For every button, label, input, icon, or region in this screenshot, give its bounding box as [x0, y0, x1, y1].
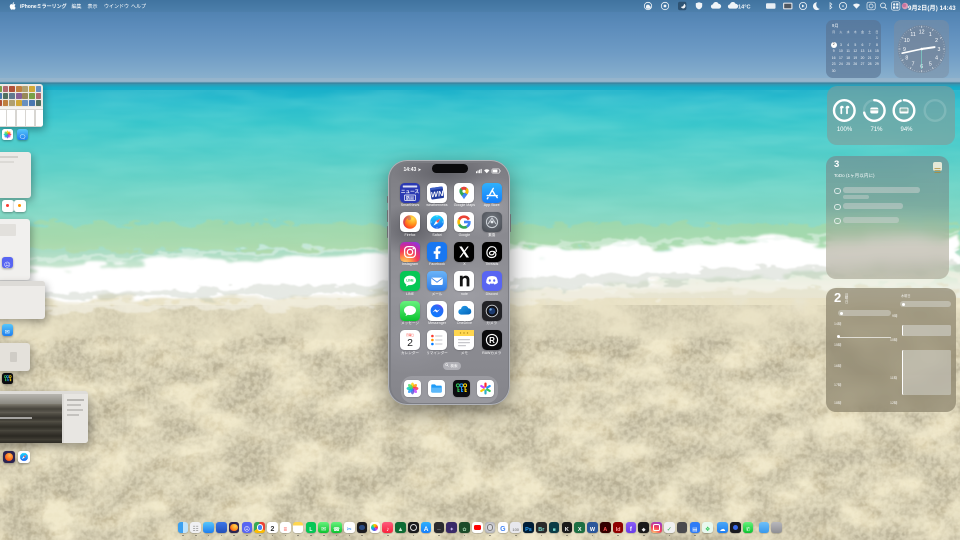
svg-text:11: 11	[910, 31, 915, 37]
svg-text:10: 10	[903, 38, 909, 44]
svg-text:4: 4	[935, 55, 938, 61]
svg-text:2: 2	[407, 337, 413, 349]
svg-text:LINE: LINE	[406, 279, 413, 283]
svg-text:防災: 防災	[406, 194, 415, 200]
svg-text:14°C: 14°C	[738, 4, 751, 10]
svg-text:7: 7	[911, 61, 914, 67]
svg-text:1: 1	[928, 31, 931, 37]
svg-text:3: 3	[937, 46, 940, 52]
svg-text:R: R	[489, 336, 495, 345]
svg-text:8: 8	[905, 55, 908, 61]
svg-text:WN: WN	[430, 188, 444, 199]
svg-text:5: 5	[928, 61, 931, 67]
svg-text:12: 12	[918, 29, 924, 35]
svg-text:2: 2	[935, 38, 938, 44]
